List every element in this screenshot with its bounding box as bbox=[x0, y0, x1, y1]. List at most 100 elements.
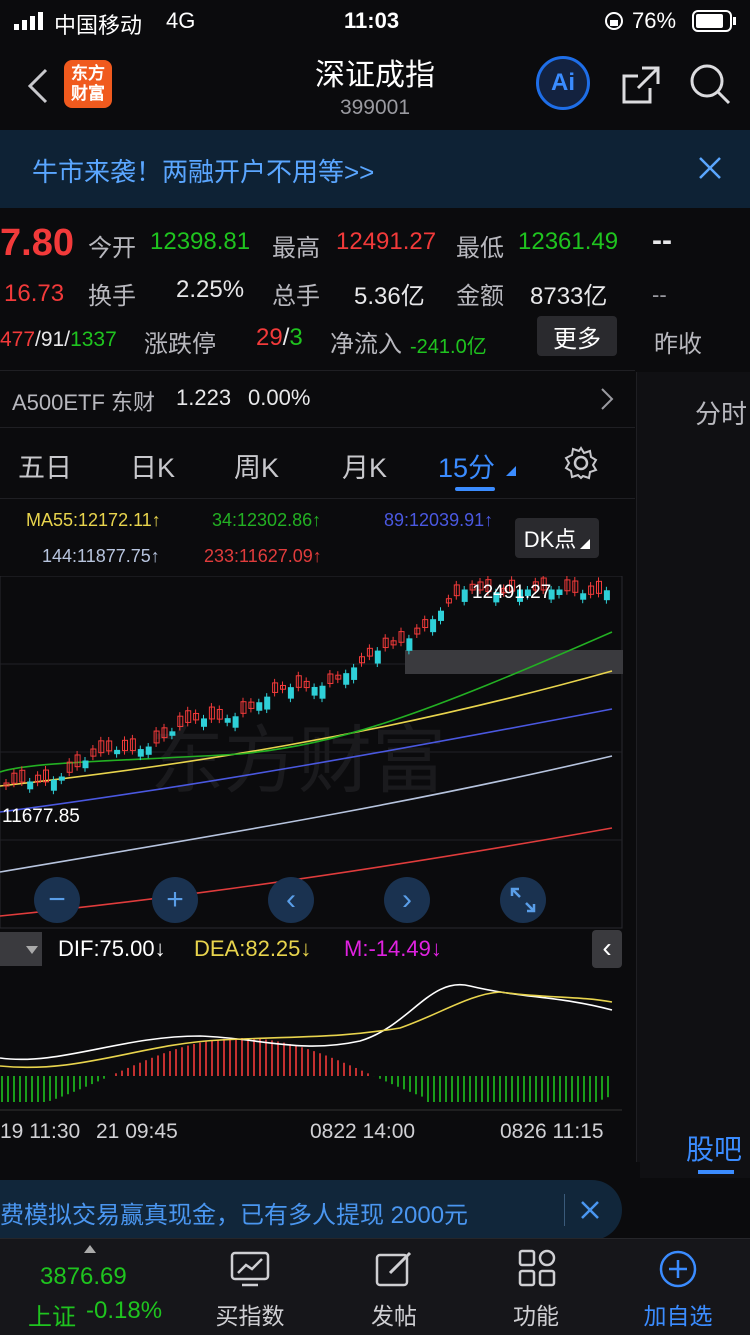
fenshi-tab[interactable]: 分时 bbox=[695, 394, 747, 431]
index-value[interactable]: 3876.69 bbox=[40, 1263, 127, 1291]
index-pct[interactable]: -0.18% bbox=[86, 1297, 162, 1325]
indicator-select[interactable] bbox=[0, 932, 42, 966]
rotation-lock-icon bbox=[605, 12, 623, 30]
close-icon[interactable] bbox=[698, 156, 722, 180]
signal-icon bbox=[14, 12, 43, 30]
divider bbox=[564, 1194, 565, 1226]
more-button[interactable]: 更多 bbox=[537, 316, 617, 356]
candle-body bbox=[137, 749, 144, 757]
add-circle-icon[interactable] bbox=[658, 1249, 698, 1289]
tab-day-k[interactable]: 日K bbox=[130, 446, 175, 485]
chevron-right-icon bbox=[601, 388, 614, 410]
candle-body bbox=[224, 718, 231, 723]
candle-body bbox=[169, 731, 176, 736]
tab-15min[interactable]: 15分 bbox=[438, 446, 495, 485]
amount-label: 金额 bbox=[456, 283, 504, 310]
tab-week-k[interactable]: 周K bbox=[234, 446, 279, 485]
edit-icon[interactable] bbox=[374, 1249, 414, 1289]
ai-button[interactable]: Ai bbox=[536, 56, 590, 110]
high-marker: 12491.27 bbox=[472, 582, 551, 603]
trade-promo-bar[interactable]: 费模拟交易赢真现金，已有多人提现 2000元 bbox=[0, 1180, 622, 1240]
ma144-label: 144:11877.75↑ bbox=[42, 546, 160, 566]
axis-label-4: 0826 11:15 bbox=[500, 1120, 604, 1143]
caret-up-icon bbox=[84, 1245, 96, 1253]
candle-body bbox=[556, 589, 563, 596]
trade-promo-text[interactable]: 费模拟交易赢真现金，已有多人提现 2000元 bbox=[0, 1195, 468, 1230]
buy-index-tab[interactable]: 买指数 bbox=[200, 1297, 300, 1331]
high-value: 12491.27 bbox=[336, 228, 437, 255]
functions-tab[interactable]: 功能 bbox=[486, 1297, 586, 1331]
dea-value: DEA:82.25↓ bbox=[194, 936, 312, 961]
quote-panel: 7.80 今开 12398.81 最高 12491.27 最低 12361.49… bbox=[0, 208, 750, 368]
search-icon[interactable] bbox=[688, 62, 732, 106]
netflow-label: 净流入 bbox=[330, 331, 402, 358]
bottom-tab-bar: 3876.69 上证 -0.18% 买指数 发帖 功能 加自选 bbox=[0, 1238, 750, 1335]
etf-row[interactable]: A500ETF 东财 1.223 0.00% bbox=[0, 370, 635, 428]
prev-close-label: 昨收 bbox=[654, 331, 702, 358]
turnover-label: 换手 bbox=[88, 283, 136, 310]
volume-label: 总手 bbox=[272, 283, 320, 310]
guba-tab[interactable]: 股吧 bbox=[686, 1128, 742, 1168]
page-title: 深证成指 bbox=[315, 59, 435, 92]
macd-chart bbox=[0, 983, 622, 1111]
zoom-in-button[interactable]: + bbox=[152, 877, 198, 923]
candle-body bbox=[145, 746, 152, 755]
add-watchlist-tab[interactable]: 加自选 bbox=[628, 1297, 728, 1331]
candle-body bbox=[201, 718, 207, 727]
open-label: 今开 bbox=[88, 235, 136, 262]
tab-underline bbox=[455, 487, 495, 491]
ma233-label: 233:11627.09↑ bbox=[204, 546, 322, 566]
low-value: 12361.49 bbox=[518, 228, 619, 255]
chart-icon[interactable] bbox=[230, 1251, 270, 1287]
ma55-label: MA55:12172.11↑ bbox=[26, 510, 161, 530]
current-price: 7.80 bbox=[0, 222, 74, 264]
price-zone bbox=[405, 650, 623, 674]
candle-body bbox=[461, 589, 468, 602]
fullscreen-button[interactable] bbox=[500, 877, 546, 923]
apps-icon[interactable] bbox=[518, 1249, 556, 1287]
axis-label-3: 0822 14:00 bbox=[310, 1120, 416, 1143]
carrier-name: 中国移动 bbox=[54, 13, 143, 38]
candle-body bbox=[58, 776, 65, 781]
candle-body bbox=[264, 696, 271, 710]
kline-chart[interactable]: 东方财富 12491.27 11677.85 bbox=[0, 576, 624, 930]
dropdown-triangle-icon bbox=[580, 539, 591, 549]
zoom-out-button[interactable]: − bbox=[34, 877, 80, 923]
clock: 11:03 bbox=[344, 8, 400, 33]
candle-body bbox=[438, 610, 444, 621]
dropdown-triangle-icon bbox=[506, 466, 516, 476]
gear-icon[interactable] bbox=[564, 446, 598, 480]
collapse-button[interactable]: ‹ bbox=[592, 930, 622, 968]
dk-point-button[interactable]: DK点 bbox=[515, 518, 599, 558]
pan-right-button[interactable]: › bbox=[384, 877, 430, 923]
post-tab[interactable]: 发帖 bbox=[344, 1297, 444, 1331]
share-icon[interactable] bbox=[620, 64, 662, 106]
candle-body bbox=[256, 702, 263, 711]
turnover-value: 2.25% bbox=[176, 276, 245, 303]
volume-value: 5.36亿 bbox=[354, 283, 425, 310]
close-icon[interactable] bbox=[580, 1200, 600, 1220]
index-name[interactable]: 上证 bbox=[28, 1297, 76, 1332]
battery-percent: 76% bbox=[632, 8, 677, 33]
side-dash-1: -- bbox=[652, 224, 672, 257]
candle-body bbox=[351, 667, 358, 680]
limit-label: 涨跌停 bbox=[144, 331, 216, 358]
stock-code: 399001 bbox=[339, 96, 411, 119]
network-type: 4G bbox=[166, 8, 196, 33]
guba-tab-wrap[interactable]: 股吧 bbox=[640, 1110, 750, 1178]
ma34-label: 34:12302.86↑ bbox=[212, 510, 322, 530]
tab-five-day[interactable]: 五日 bbox=[18, 446, 72, 485]
banner-text[interactable]: 牛市来袭！两融开户不用等>> bbox=[32, 152, 374, 189]
tab-month-k[interactable]: 月K bbox=[342, 446, 387, 485]
chevron-down-icon bbox=[26, 946, 38, 954]
ma89-label: 89:12039.91↑ bbox=[384, 510, 494, 530]
back-arrow-icon[interactable] bbox=[26, 66, 50, 106]
axis-label-2: 21 09:45 bbox=[96, 1120, 178, 1143]
candle-body bbox=[603, 590, 610, 601]
candle-body bbox=[580, 593, 587, 600]
etf-pct: 0.00% bbox=[248, 385, 311, 410]
promo-banner[interactable]: 牛市来袭！两融开户不用等>> bbox=[0, 130, 750, 208]
status-bar: 中国移动 4G 11:03 76% bbox=[0, 0, 750, 42]
pan-left-button[interactable]: ‹ bbox=[268, 877, 314, 923]
minus-icon: − bbox=[48, 883, 66, 916]
